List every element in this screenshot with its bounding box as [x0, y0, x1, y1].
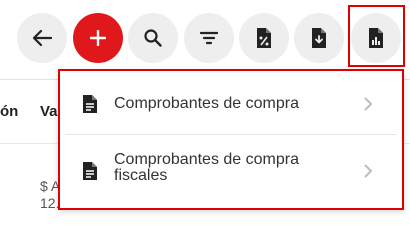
menu-item-label: Comprobantes de compra: [114, 95, 299, 112]
back-button[interactable]: [17, 13, 67, 63]
menu-item-comprobantes-compra[interactable]: Comprobantes de compra: [65, 74, 397, 134]
reports-dropdown-menu: Comprobantes de compra Comprobantes de c…: [58, 69, 404, 210]
filter-icon: [199, 31, 219, 45]
chevron-right-icon: [364, 164, 372, 178]
column-header[interactable]: Va: [40, 103, 58, 120]
percent-document-button[interactable]: [239, 13, 289, 63]
document-icon: [83, 95, 97, 113]
menu-item-label: Comprobantes de compra fiscales: [114, 151, 299, 184]
percent-document-icon: [257, 28, 271, 48]
download-document-button[interactable]: [294, 13, 344, 63]
chevron-right-icon: [364, 97, 372, 111]
filter-button[interactable]: [184, 13, 234, 63]
plus-icon: [90, 30, 106, 46]
column-header[interactable]: ón: [0, 103, 18, 120]
download-document-icon: [312, 28, 326, 48]
report-button-highlight: [348, 5, 405, 67]
search-icon: [144, 29, 162, 47]
back-arrow-icon: [32, 29, 52, 47]
menu-item-comprobantes-compra-fiscales[interactable]: Comprobantes de compra fiscales: [65, 135, 397, 207]
document-icon: [83, 162, 97, 180]
add-button[interactable]: [73, 13, 123, 63]
search-button[interactable]: [128, 13, 178, 63]
